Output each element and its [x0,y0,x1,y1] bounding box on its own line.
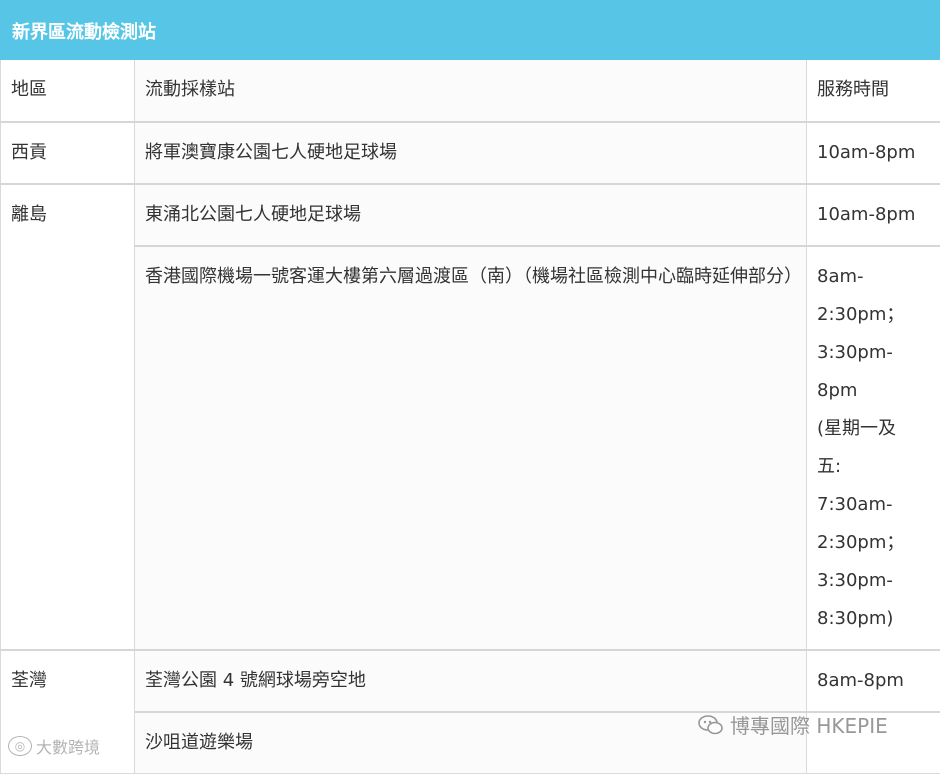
wechat-icon [698,714,724,736]
header-region: 地區 [1,60,135,122]
table-row: 荃灣 荃灣公園 4 號網球場旁空地 8am-8pm [1,650,940,712]
site-cell: 東涌北公園七人硬地足球場 [135,184,807,246]
table-row: 西貢 將軍澳寶康公園七人硬地足球場 10am-8pm [1,122,940,184]
region-cell: 西貢 [1,122,135,184]
watermark-right-text: 博專國際 HKEPIE [730,710,888,739]
header-hours: 服務時間 [807,60,940,122]
watermark-logo-icon: ◎ [8,736,32,756]
hours-cell: 10am-8pm [807,184,940,246]
hours-cell: 8am-8pm [807,650,940,712]
watermark-left: ◎ 大數跨境 [8,734,100,758]
section-title: 新界區流動檢測站 [0,0,940,60]
table-row: 香港國際機場一號客運大樓第六層過渡區（南）（機場社區檢測中心臨時延伸部分） 8a… [1,246,940,650]
hours-text: 8am- 2:30pm； 3:30pm- 8pm (星期一及 五: 7:30am… [817,258,930,638]
hours-cell: 10am-8pm [807,122,940,184]
site-cell: 香港國際機場一號客運大樓第六層過渡區（南）（機場社區檢測中心臨時延伸部分） [135,246,807,650]
watermark-left-text: 大數跨境 [36,734,100,758]
table-header-row: 地區 流動採樣站 服務時間 [1,60,940,122]
region-cell: 離島 [1,184,135,650]
table-row: 離島 東涌北公園七人硬地足球場 10am-8pm [1,184,940,246]
site-cell: 荃灣公園 4 號網球場旁空地 [135,650,807,712]
header-site: 流動採樣站 [135,60,807,122]
site-cell: 將軍澳寶康公園七人硬地足球場 [135,122,807,184]
hours-cell: 8am- 2:30pm； 3:30pm- 8pm (星期一及 五: 7:30am… [807,246,940,650]
watermark-right: 博專國際 HKEPIE [698,710,888,739]
testing-station-table: 地區 流動採樣站 服務時間 西貢 將軍澳寶康公園七人硬地足球場 10am-8pm… [0,60,940,774]
